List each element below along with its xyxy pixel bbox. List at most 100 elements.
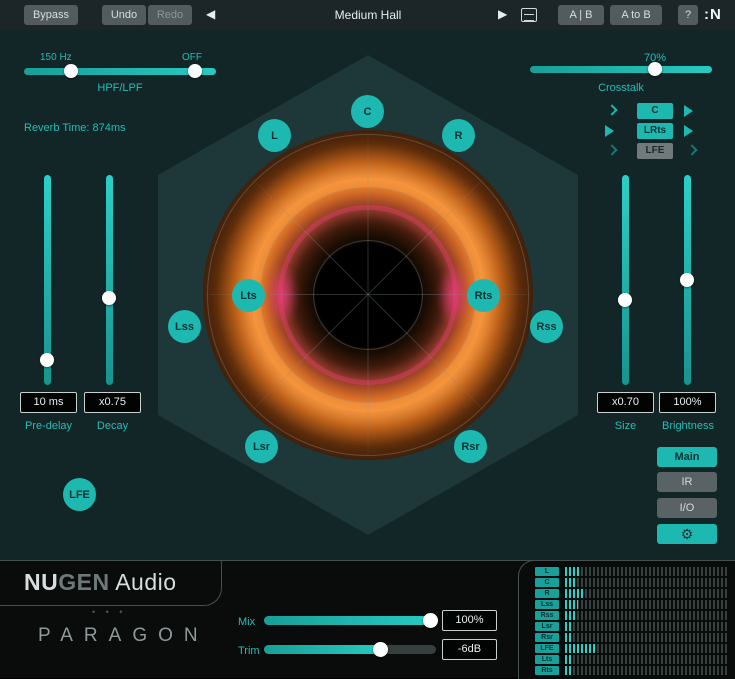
reverb-time-readout: Reverb Time: 874ms: [24, 122, 125, 134]
meter-bar: [565, 622, 727, 631]
brand-nu: NU: [24, 569, 58, 595]
undo-button[interactable]: Undo: [102, 5, 146, 25]
meter-bar: [565, 589, 727, 598]
predelay-handle[interactable]: [40, 353, 54, 367]
hpf-handle[interactable]: [64, 64, 78, 78]
meter-label: Rss: [535, 611, 559, 620]
page-tab-io[interactable]: I/O: [657, 498, 717, 518]
routing-out-lrts-icon[interactable]: [684, 125, 693, 137]
meter-bar: [565, 578, 727, 587]
hpf-value: 150 Hz: [40, 52, 72, 63]
channel-node-lsr[interactable]: Lsr: [245, 430, 278, 463]
a-to-b-button[interactable]: A to B: [610, 5, 662, 25]
trim-fill: [264, 645, 381, 654]
bypass-button[interactable]: Bypass: [24, 5, 78, 25]
routing-in-lrts-icon[interactable]: [605, 125, 614, 137]
meter-bar: [565, 655, 727, 664]
lpf-handle[interactable]: [188, 64, 202, 78]
meter-label: Rts: [535, 666, 559, 675]
output-meter-panel: L C R Lss Rss Lsr Rsr LFE Lts Rts: [518, 560, 735, 679]
main-panel: C L R Lts Rts Lss Rss Lsr Rsr LFE 150 Hz…: [0, 30, 735, 560]
decay-handle[interactable]: [102, 291, 116, 305]
nugen-logo-icon: :N: [704, 6, 722, 23]
meter-fill: [565, 644, 597, 653]
meter-row: Lss: [535, 600, 727, 609]
brand-dots: • • •: [92, 607, 126, 617]
crosstalk-slider[interactable]: [530, 66, 712, 73]
crosstalk-handle[interactable]: [648, 62, 662, 76]
settings-gear-button[interactable]: ⚙: [657, 524, 717, 544]
mix-label: Mix: [238, 616, 255, 628]
channel-node-c[interactable]: C: [351, 95, 384, 128]
channel-node-r[interactable]: R: [442, 119, 475, 152]
meter-row: Rts: [535, 666, 727, 675]
channel-node-lss[interactable]: Lss: [168, 310, 201, 343]
meter-bar: [565, 633, 727, 642]
meter-fill: [565, 655, 571, 664]
mix-handle[interactable]: [423, 613, 438, 628]
brightness-value[interactable]: 100%: [659, 392, 716, 413]
trim-handle[interactable]: [373, 642, 388, 657]
routing-in-c-icon[interactable]: [606, 104, 617, 115]
brand-logo: NUGEN Audio: [24, 569, 177, 596]
meter-fill: [565, 578, 576, 587]
top-bar: Bypass Undo Redo ◀ Medium Hall ▶ A | B A…: [0, 0, 735, 30]
size-slider[interactable]: [622, 175, 629, 385]
brand-audio: Audio: [110, 569, 177, 595]
help-button[interactable]: ?: [678, 5, 698, 25]
decay-slider[interactable]: [106, 175, 113, 385]
crosstalk-label: Crosstalk: [560, 82, 682, 94]
predelay-value[interactable]: 10 ms: [20, 392, 77, 413]
redo-button[interactable]: Redo: [148, 5, 192, 25]
channel-node-lts[interactable]: Lts: [232, 279, 265, 312]
preset-list-icon[interactable]: [521, 8, 537, 22]
lpf-value: OFF: [182, 52, 202, 63]
routing-out-c-icon[interactable]: [684, 105, 693, 117]
trim-label: Trim: [238, 645, 260, 657]
ab-compare-button[interactable]: A | B: [558, 5, 604, 25]
channel-node-lfe[interactable]: LFE: [63, 478, 96, 511]
size-value[interactable]: x0.70: [597, 392, 654, 413]
page-tab-ir[interactable]: IR: [657, 472, 717, 492]
preset-name[interactable]: Medium Hall: [288, 8, 448, 22]
routing-button-lfe[interactable]: LFE: [637, 143, 673, 159]
channel-node-rss[interactable]: Rss: [530, 310, 563, 343]
meter-fill: [565, 622, 573, 631]
meter-bar: [565, 567, 727, 576]
meter-label: Rsr: [535, 633, 559, 642]
routing-button-c[interactable]: C: [637, 103, 673, 119]
channel-node-rts[interactable]: Rts: [467, 279, 500, 312]
meter-label: L: [535, 567, 559, 576]
decay-label: Decay: [84, 420, 141, 432]
meter-fill: [565, 666, 571, 675]
channel-node-l[interactable]: L: [258, 119, 291, 152]
routing-in-lfe-icon[interactable]: [606, 144, 617, 155]
brand-gen: GEN: [58, 569, 109, 595]
meter-row: R: [535, 589, 727, 598]
decay-value[interactable]: x0.75: [84, 392, 141, 413]
meter-bar: [565, 644, 727, 653]
routing-button-lrts[interactable]: LRts: [637, 123, 673, 139]
meter-row: Lsr: [535, 622, 727, 631]
meter-label: LFE: [535, 644, 559, 653]
trim-slider[interactable]: [264, 645, 436, 654]
mix-value[interactable]: 100%: [442, 610, 497, 631]
meter-label: Lts: [535, 655, 559, 664]
meter-row: C: [535, 578, 727, 587]
size-handle[interactable]: [618, 293, 632, 307]
product-name: PARAGON: [38, 625, 209, 647]
next-preset-icon[interactable]: ▶: [498, 7, 507, 21]
brightness-label: Brightness: [645, 420, 731, 432]
meter-label: Lsr: [535, 622, 559, 631]
page-tab-main[interactable]: Main: [657, 447, 717, 467]
mix-slider[interactable]: [264, 616, 436, 625]
trim-value[interactable]: -6dB: [442, 639, 497, 660]
channel-node-rsr[interactable]: Rsr: [454, 430, 487, 463]
paragon-plugin-window: Bypass Undo Redo ◀ Medium Hall ▶ A | B A…: [0, 0, 735, 678]
meter-row: L: [535, 567, 727, 576]
routing-out-lfe-icon[interactable]: [686, 144, 697, 155]
brightness-handle[interactable]: [680, 273, 694, 287]
previous-preset-icon[interactable]: ◀: [206, 7, 215, 21]
meter-bar: [565, 666, 727, 675]
meter-row: LFE: [535, 644, 727, 653]
